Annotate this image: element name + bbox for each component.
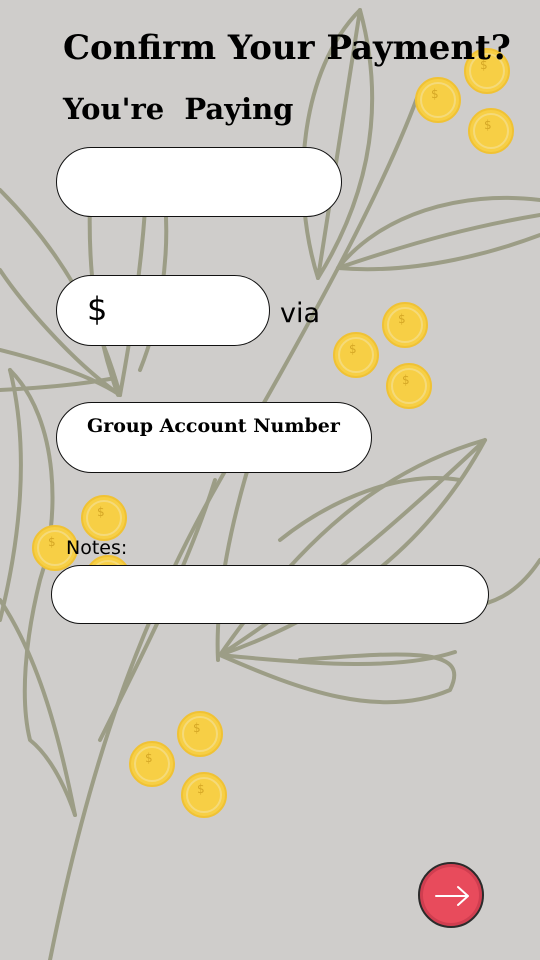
coin-icon <box>81 495 127 541</box>
coin-icon <box>468 108 514 154</box>
group-account-label: Group Account Number <box>87 415 340 437</box>
group-account-field[interactable]: Group Account Number <box>56 402 372 473</box>
coin-icon <box>129 741 175 787</box>
notes-label: Notes: <box>66 537 128 559</box>
coin-decorations: $ <box>32 48 514 818</box>
coin-icon <box>333 332 379 378</box>
next-button[interactable] <box>418 862 484 928</box>
arrow-right-icon <box>435 886 469 906</box>
currency-symbol: $ <box>87 290 108 328</box>
via-label: via <box>280 298 321 329</box>
amount-field[interactable]: $ <box>56 275 270 346</box>
coin-icon <box>181 772 227 818</box>
notes-field[interactable] <box>51 565 489 624</box>
coin-icon <box>382 302 428 348</box>
recipient-field[interactable] <box>56 147 342 217</box>
coin-icon <box>415 77 461 123</box>
coin-icon <box>177 711 223 757</box>
coin-icon <box>386 363 432 409</box>
paying-heading: You're Paying <box>63 92 294 126</box>
page-title: Confirm Your Payment? <box>63 28 511 68</box>
